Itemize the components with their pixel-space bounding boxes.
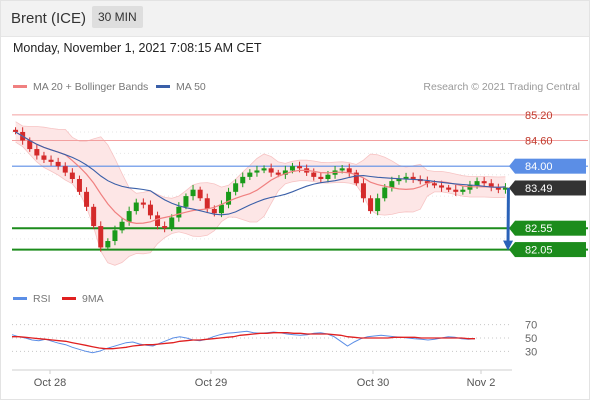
candle-body — [233, 183, 239, 192]
candle-body — [126, 211, 132, 222]
attribution-text: Research © 2021 Trading Central — [423, 81, 580, 93]
candle-body — [147, 204, 153, 216]
candle-body — [368, 198, 374, 212]
level-label-support-4: 82.05 — [525, 245, 553, 257]
candle-body — [339, 168, 345, 171]
candle-body — [62, 166, 68, 173]
legend-swatch-rsi — [13, 297, 27, 300]
candle-body — [360, 183, 366, 199]
legend-label-rsi-ma: 9MA — [82, 293, 104, 305]
current-price-label: 83.49 — [525, 183, 553, 195]
legend-label-ma50: MA 50 — [176, 81, 206, 93]
candle-body — [169, 217, 175, 229]
candle-body — [261, 168, 267, 171]
candle-body — [474, 181, 480, 186]
chart-canvas: 85.20 84.60 84.00 82.55 82.05 83.49 MA 20 + B… — [11, 81, 588, 389]
level-label-pivot-2: 84.00 — [525, 161, 553, 173]
candle-body — [34, 149, 40, 156]
candle-body — [183, 196, 189, 207]
candle-body — [112, 230, 118, 242]
rsi-ma-line — [12, 332, 475, 350]
x-tick-label-3: Nov 2 — [467, 377, 496, 389]
level-tag-pointer-4 — [509, 242, 515, 258]
candle-body — [325, 174, 331, 180]
candle-body — [446, 187, 452, 190]
candle-body — [268, 168, 274, 173]
candle-body — [275, 172, 281, 175]
candle-body — [218, 204, 224, 214]
candle-body — [84, 191, 90, 207]
candle-body — [133, 202, 139, 212]
candle-body — [176, 206, 182, 218]
legend-swatch-bollinger — [13, 85, 27, 88]
candle-body — [240, 176, 246, 184]
candle-body — [289, 166, 295, 171]
rsi-panel: RSI 9MA 705030 — [11, 293, 537, 358]
candle-body — [155, 215, 161, 227]
candle-body — [55, 161, 61, 167]
candle-body — [460, 189, 466, 192]
x-tick-label-0: Oct 28 — [34, 377, 66, 389]
candle-body — [297, 166, 303, 169]
bollinger-bands — [15, 121, 506, 266]
candle-body — [481, 181, 487, 184]
legend-swatch-ma50 — [156, 85, 170, 88]
candle-body — [431, 183, 437, 186]
x-tick-label-1: Oct 29 — [195, 377, 227, 389]
candle-body — [119, 221, 125, 231]
candle-body — [389, 181, 395, 188]
candle-body — [13, 129, 19, 132]
legend-swatch-rsi-ma — [62, 297, 76, 300]
candle-body — [410, 176, 416, 180]
candle-body — [375, 198, 381, 212]
candle-body — [105, 241, 111, 248]
level-tag-pointer-3 — [509, 220, 515, 236]
candle-body — [254, 170, 260, 173]
candle-body — [247, 172, 253, 177]
rsi-tick-label-2: 30 — [525, 346, 537, 358]
level-label-resistance-0: 85.20 — [525, 110, 553, 122]
candle-body — [41, 155, 47, 160]
candle-body — [318, 176, 324, 180]
rsi-tick-label-0: 70 — [525, 320, 537, 332]
x-axis: Oct 28 Oct 29 Oct 30 Nov 2 — [12, 369, 512, 389]
candle-body — [439, 185, 445, 188]
legend-label-rsi: RSI — [33, 293, 51, 305]
candle-body — [382, 187, 388, 199]
candle-body — [204, 198, 210, 209]
candle-body — [76, 179, 82, 192]
candle-body — [91, 206, 97, 227]
candle-body — [211, 208, 217, 214]
candle-body — [69, 172, 75, 180]
candle-body — [197, 189, 203, 199]
legend-label-bollinger: MA 20 + Bollinger Bands — [33, 81, 148, 93]
candle-body — [140, 202, 146, 205]
level-label-support-3: 82.55 — [525, 223, 553, 235]
candle-body — [453, 189, 459, 192]
candle-body — [346, 168, 352, 173]
candle-body — [98, 226, 104, 248]
candle-body — [48, 159, 54, 162]
candle-body — [311, 172, 317, 177]
candle-body — [190, 189, 196, 197]
rsi-tick-label-1: 50 — [525, 333, 537, 345]
level-labels: 85.20 84.60 84.00 82.55 82.05 83.49 — [503, 110, 586, 258]
price-legend: MA 20 + Bollinger Bands MA 50 Research © 2… — [13, 81, 580, 93]
x-tick-label-2: Oct 30 — [357, 377, 389, 389]
candle-body — [226, 191, 232, 205]
level-tag-pointer-2 — [509, 158, 515, 174]
candle-body — [162, 226, 168, 229]
level-label-resistance-1: 84.60 — [525, 136, 553, 148]
